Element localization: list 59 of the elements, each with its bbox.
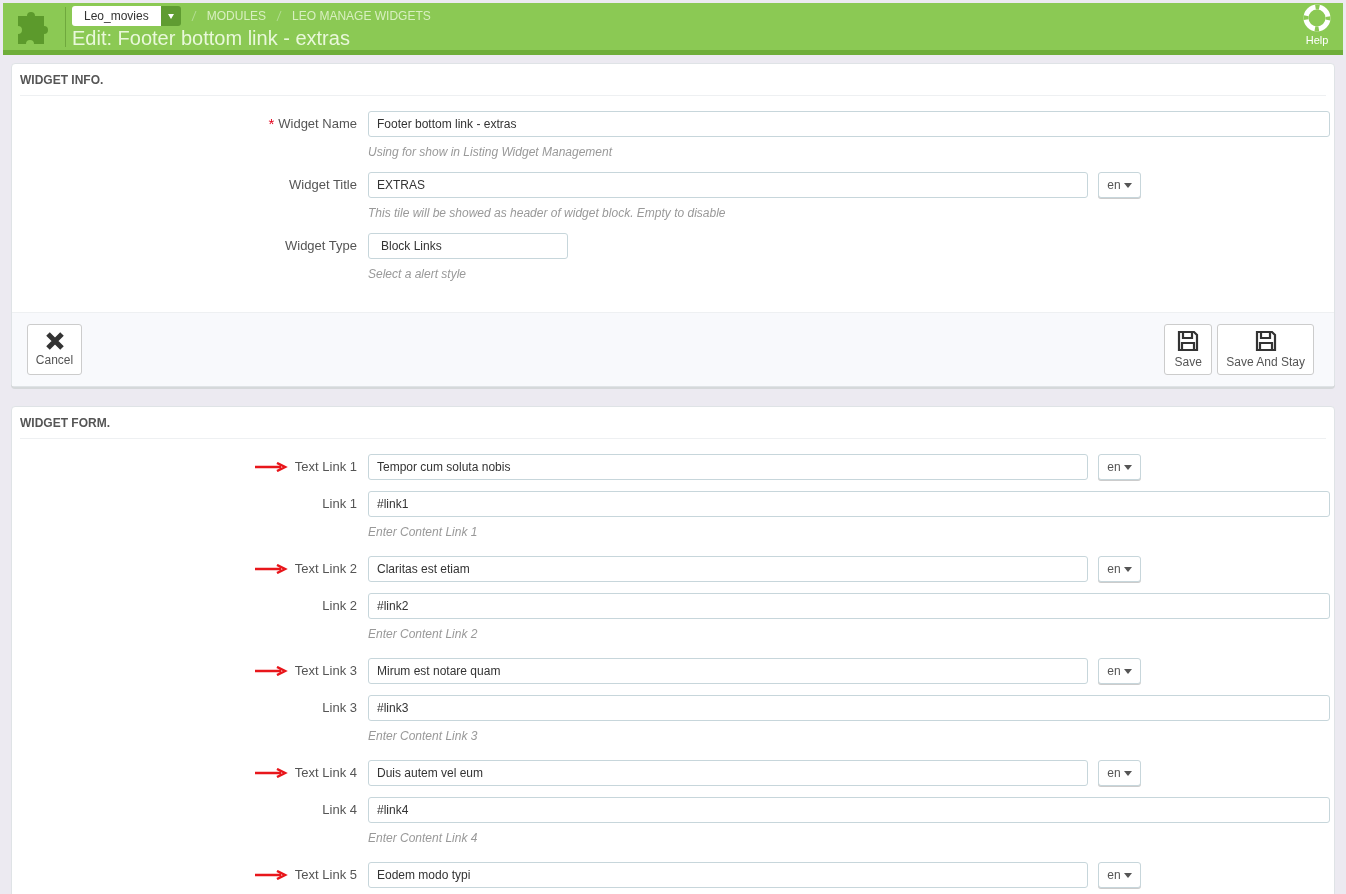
text-input[interactable]: Mirum est notare quam bbox=[368, 658, 1088, 684]
field-label: Widget Type bbox=[284, 237, 357, 256]
language-dropdown[interactable]: en bbox=[1098, 454, 1141, 480]
caret-icon bbox=[1123, 182, 1132, 188]
required-asterisk: * bbox=[268, 113, 275, 134]
text-input[interactable]: EXTRAS bbox=[368, 172, 1088, 198]
text-input[interactable]: #link4 bbox=[368, 797, 1330, 823]
field-label: Widget Name bbox=[278, 115, 357, 134]
field-label: Link 1 bbox=[322, 495, 357, 514]
type-select[interactable]: Block Links bbox=[368, 233, 568, 259]
caret-icon bbox=[1123, 668, 1132, 674]
arrow-icon bbox=[254, 462, 289, 472]
caret-icon bbox=[1123, 566, 1132, 572]
field-label: Text Link 5 bbox=[294, 866, 357, 885]
help-text: Enter Content Link 1 bbox=[368, 524, 479, 540]
arrow-icon bbox=[254, 666, 289, 676]
text-input[interactable]: Eodem modo typi bbox=[368, 862, 1088, 888]
arrow-icon bbox=[254, 564, 289, 574]
panel-heading: WIDGET FORM. bbox=[20, 414, 110, 432]
field-label: Text Link 2 bbox=[294, 560, 357, 579]
field-label: Text Link 3 bbox=[294, 662, 357, 681]
page-title: Edit: Footer bottom link - extras bbox=[72, 26, 351, 50]
language-dropdown[interactable]: en bbox=[1098, 862, 1141, 888]
language-dropdown[interactable]: en bbox=[1098, 760, 1141, 786]
caret-icon bbox=[1123, 464, 1132, 470]
text-input[interactable]: #link3 bbox=[368, 695, 1330, 721]
help-text: Enter Content Link 4 bbox=[368, 830, 479, 846]
text-input[interactable]: #link2 bbox=[368, 593, 1330, 619]
language-dropdown[interactable]: en bbox=[1098, 172, 1141, 198]
help-text: This tile will be showed as header of widget block. Empty to disable bbox=[368, 205, 727, 221]
text-input[interactable]: Footer bottom link - extras bbox=[368, 111, 1330, 137]
help-text: Select a alert style bbox=[368, 266, 468, 282]
breadcrumb-separator-icon bbox=[190, 10, 197, 22]
language-dropdown[interactable]: en bbox=[1098, 658, 1141, 684]
close-icon bbox=[44, 330, 65, 351]
caret-icon bbox=[160, 6, 181, 26]
arrow-icon bbox=[254, 768, 289, 778]
field-label: Text Link 4 bbox=[294, 764, 357, 783]
save-button[interactable]: Save And Stay bbox=[1217, 324, 1314, 375]
field-label: Widget Title bbox=[289, 176, 357, 195]
text-input[interactable]: #link1 bbox=[368, 491, 1330, 517]
save-button[interactable]: Save bbox=[1164, 324, 1213, 375]
text-input[interactable]: Tempor cum soluta nobis bbox=[368, 454, 1088, 480]
text-input[interactable]: Claritas est etiam bbox=[368, 556, 1088, 582]
field-label: Link 3 bbox=[322, 699, 357, 718]
field-label: Link 2 bbox=[322, 597, 357, 616]
field-label: Text Link 1 bbox=[294, 458, 357, 477]
field-label: Link 4 bbox=[322, 801, 357, 820]
caret-icon bbox=[1123, 770, 1132, 776]
help-text: Using for show in Listing Widget Management bbox=[368, 144, 614, 160]
panel-heading: WIDGET INFO. bbox=[20, 71, 104, 89]
language-dropdown[interactable]: en bbox=[1098, 556, 1141, 582]
cancel-button[interactable]: Cancel bbox=[27, 324, 82, 375]
arrow-icon bbox=[254, 870, 289, 880]
text-input[interactable]: Duis autem vel eum bbox=[368, 760, 1088, 786]
help-text: Enter Content Link 3 bbox=[368, 728, 479, 744]
help-text: Enter Content Link 2 bbox=[368, 626, 479, 642]
breadcrumb-separator-icon bbox=[276, 10, 283, 22]
caret-icon bbox=[1123, 872, 1132, 878]
